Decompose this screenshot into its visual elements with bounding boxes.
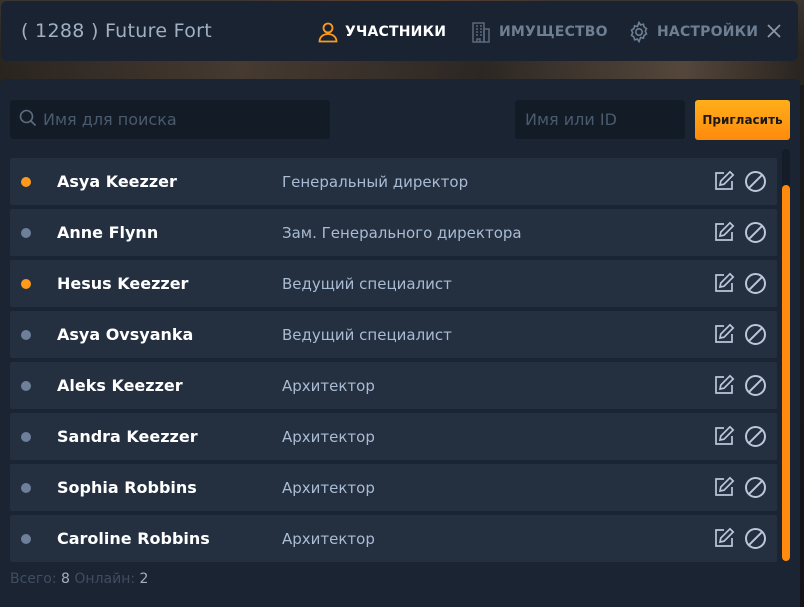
ban-icon[interactable] [744, 527, 767, 550]
member-role: Зам. Генерального директора [282, 224, 522, 242]
member-name: Asya Ovsyanka [57, 325, 194, 344]
status-dot [21, 534, 31, 544]
online-count: 2 [139, 571, 149, 587]
tab-settings[interactable]: НАСТРОЙКИ [627, 19, 758, 45]
scrollbar-thumb[interactable] [782, 185, 790, 561]
invite-name-or-id-input[interactable] [525, 110, 675, 129]
member-row[interactable]: Caroline Robbins Архитектор [10, 515, 777, 562]
status-dot [21, 432, 31, 442]
edit-icon[interactable] [713, 272, 735, 294]
tab-settings-label: НАСТРОЙКИ [657, 24, 759, 40]
tab-property[interactable]: ИМУЩЕСТВО [469, 19, 608, 45]
status-dot [21, 228, 31, 238]
status-dot [21, 483, 31, 493]
member-row[interactable]: Sandra Keezzer Архитектор [10, 413, 777, 460]
members-summary: Всего: 8 Онлайн: 2 [10, 571, 148, 587]
scrollbar[interactable] [782, 149, 790, 561]
user-icon [317, 21, 339, 43]
members-panel: Пригласить Asya Keezzer Генеральный дире… [0, 79, 800, 607]
member-role: Архитектор [282, 428, 375, 446]
member-row[interactable]: Anne Flynn Зам. Генерального директора [10, 209, 777, 256]
status-dot [21, 279, 31, 289]
member-row[interactable]: Aleks Keezzer Архитектор [10, 362, 777, 409]
organization-title: ( 1288 ) Future Fort [21, 20, 212, 42]
member-name: Hesus Keezzer [57, 274, 189, 293]
gear-icon [627, 20, 651, 44]
edit-icon[interactable] [713, 221, 735, 243]
tab-property-label: ИМУЩЕСТВО [499, 24, 608, 40]
close-icon[interactable] [766, 23, 782, 39]
ban-icon[interactable] [744, 221, 767, 244]
member-row[interactable]: Sophia Robbins Архитектор [10, 464, 777, 511]
member-role: Генеральный директор [282, 173, 469, 191]
search-icon [19, 109, 37, 131]
member-row[interactable]: Asya Ovsyanka Ведущий специалист [10, 311, 777, 358]
member-name: Asya Keezzer [57, 172, 177, 191]
status-dot [21, 330, 31, 340]
invite-button[interactable]: Пригласить [695, 100, 790, 140]
member-role: Архитектор [282, 377, 375, 395]
search-input[interactable] [43, 110, 313, 129]
tab-members-label: УЧАСТНИКИ [345, 24, 447, 40]
edit-icon[interactable] [713, 323, 735, 345]
member-search [10, 100, 330, 139]
member-name: Caroline Robbins [57, 529, 210, 548]
status-dot [21, 381, 31, 391]
member-name: Sophia Robbins [57, 478, 197, 497]
edit-icon[interactable] [713, 527, 735, 549]
ban-icon[interactable] [744, 425, 767, 448]
member-name: Aleks Keezzer [57, 376, 183, 395]
invite-field [515, 100, 685, 139]
ban-icon[interactable] [744, 272, 767, 295]
building-icon [469, 20, 493, 44]
ban-icon[interactable] [744, 323, 767, 346]
edit-icon[interactable] [713, 425, 735, 447]
member-role: Архитектор [282, 479, 375, 497]
member-role: Архитектор [282, 530, 375, 548]
tab-members[interactable]: УЧАСТНИКИ [317, 19, 446, 45]
status-dot [21, 177, 31, 187]
member-row[interactable]: Asya Keezzer Генеральный директор [10, 158, 777, 205]
ban-icon[interactable] [744, 374, 767, 397]
edit-icon[interactable] [713, 170, 735, 192]
edit-icon[interactable] [713, 476, 735, 498]
member-role: Ведущий специалист [282, 326, 452, 344]
member-name: Anne Flynn [57, 223, 159, 242]
header-bar: ( 1288 ) Future Fort УЧАСТНИКИ ИМУЩЕСТВО [1, 1, 798, 61]
ban-icon[interactable] [744, 170, 767, 193]
total-count: 8 [61, 571, 70, 587]
member-row[interactable]: Hesus Keezzer Ведущий специалист [10, 260, 777, 307]
ban-icon[interactable] [744, 476, 767, 499]
edit-icon[interactable] [713, 374, 735, 396]
member-role: Ведущий специалист [282, 275, 452, 293]
online-label: Онлайн: [74, 571, 136, 587]
total-label: Всего: [10, 571, 57, 587]
member-name: Sandra Keezzer [57, 427, 198, 446]
